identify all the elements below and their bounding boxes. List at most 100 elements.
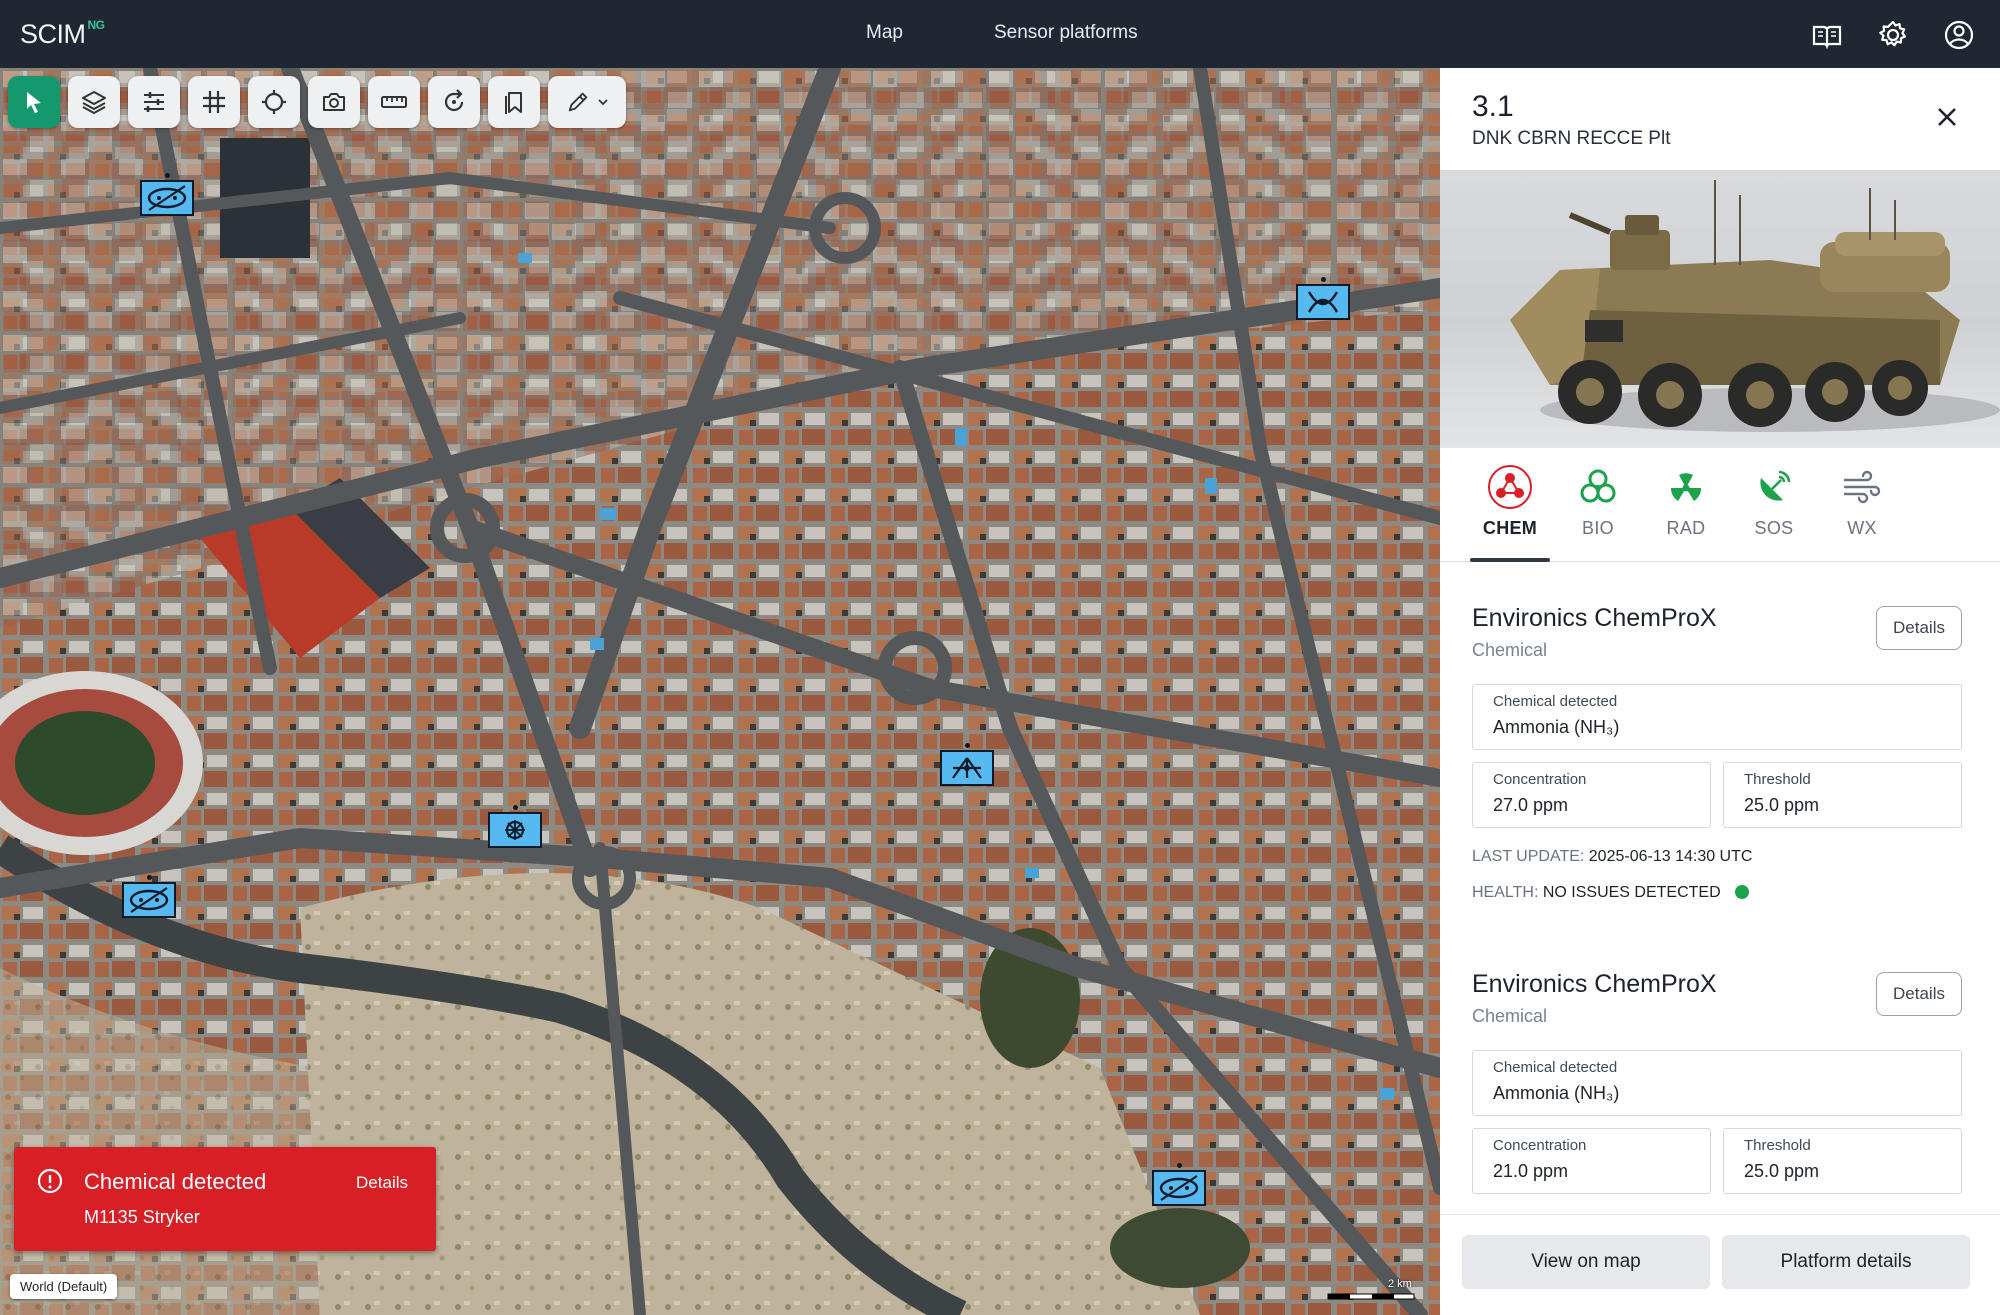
grid-tool[interactable] [188, 76, 240, 128]
field-value: 21.0 ppm [1493, 1161, 1569, 1181]
map-toolbar [8, 76, 626, 128]
chemical-alert-toast[interactable]: Chemical detected M1135 Stryker Details [14, 1147, 436, 1251]
pencil-icon [568, 92, 588, 112]
sensor-name: Environics ChemProX [1472, 970, 1717, 998]
field-label: Concentration [1493, 771, 1587, 788]
chemical-detected-field: Chemical detected Ammonia (NH₃) [1472, 684, 1962, 750]
sensor-type: Chemical [1472, 640, 1548, 660]
unit-marker-nbc[interactable] [488, 805, 542, 848]
sensor-details-button[interactable]: Details [1876, 972, 1962, 1016]
select-tool[interactable] [8, 76, 60, 128]
tab-bio-label: BIO [1582, 518, 1614, 538]
tab-wx[interactable]: WX [1818, 464, 1906, 562]
sliders-icon [144, 92, 164, 112]
unit-marker-signal[interactable] [940, 743, 994, 786]
crosshair-icon [262, 90, 286, 114]
camera-icon [323, 93, 345, 111]
field-value: Ammonia (NH₃) [1493, 717, 1620, 737]
tab-bio[interactable]: BIO [1554, 464, 1642, 562]
layers-tool[interactable] [68, 76, 120, 128]
alert-subtitle: M1135 Stryker [84, 1207, 200, 1227]
health-label: HEALTH: [1472, 884, 1539, 901]
last-update-label: LAST UPDATE: [1472, 848, 1585, 865]
platform-subtitle: DNK CBRN RECCE Plt [1472, 128, 1671, 149]
unit-marker-recon-3[interactable] [1152, 1163, 1206, 1206]
tab-rad[interactable]: RAD [1642, 464, 1730, 562]
draw-tool[interactable] [548, 76, 626, 128]
chemical-detected-field: Chemical detected Ammonia (NH₃) [1472, 1050, 1962, 1116]
field-label: Concentration [1493, 1137, 1587, 1154]
tab-rad-label: RAD [1666, 518, 1706, 538]
refresh-tool[interactable] [428, 76, 480, 128]
health-status-dot [1735, 885, 1750, 899]
chevron-down-icon [598, 99, 608, 106]
alert-title: Chemical detected [84, 1169, 267, 1194]
view-on-map-button[interactable]: View on map [1462, 1235, 1710, 1289]
basemap-layer-chip[interactable]: World (Default) [10, 1274, 118, 1299]
tab-wx-label: WX [1847, 518, 1877, 538]
platform-title: 3.1 [1472, 90, 1514, 123]
threshold-field: Threshold 25.0 ppm [1723, 1128, 1962, 1194]
field-value: Ammonia (NH₃) [1493, 1083, 1620, 1103]
cursor-icon [27, 92, 41, 113]
sensor-card: Environics ChemProX Chemical Details Che… [1472, 970, 1962, 1200]
tab-chem-label: CHEM [1482, 518, 1538, 538]
app-root: SCIM NG Map Sensor platforms Chemical de… [0, 0, 2000, 1315]
nav-map[interactable]: Map [866, 22, 903, 44]
bookmark-icon [505, 92, 522, 114]
satellite-dish-icon [1760, 470, 1791, 501]
gear-icon[interactable] [1876, 18, 1910, 52]
field-label: Chemical detected [1493, 693, 1618, 710]
layers-icon [82, 91, 106, 114]
vehicle-photo [1440, 170, 2000, 448]
radiation-icon [1670, 473, 1702, 501]
platform-panel: 3.1 DNK CBRN RECCE Plt CHEM BIO RAD SOS … [1440, 68, 2000, 1315]
platform-details-button[interactable]: Platform details [1722, 1235, 1970, 1289]
ruler-icon [381, 96, 407, 108]
tab-sos-label: SOS [1754, 518, 1794, 538]
unit-marker-recon-2[interactable] [122, 875, 176, 918]
nav-sensor-platforms[interactable]: Sensor platforms [994, 22, 1138, 44]
sensor-card: Environics ChemProX Chemical Details Che… [1472, 604, 1962, 901]
threshold-field: Threshold 25.0 ppm [1723, 762, 1962, 828]
concentration-field: Concentration 27.0 ppm [1472, 762, 1711, 828]
top-bar: SCIM NG Map Sensor platforms [0, 0, 2000, 68]
sensor-type-tabs: CHEM BIO RAD SOS WX [1440, 448, 2000, 562]
alert-icon [37, 1168, 63, 1194]
user-icon[interactable] [1942, 18, 1976, 52]
camera-tool[interactable] [308, 76, 360, 128]
brand-logo[interactable]: SCIM NG [20, 18, 105, 50]
health-value: NO ISSUES DETECTED [1542, 884, 1721, 901]
filters-tool[interactable] [128, 76, 180, 128]
close-icon[interactable] [1934, 104, 1960, 130]
tab-chem[interactable]: CHEM [1466, 464, 1554, 562]
wind-icon [1843, 470, 1881, 504]
alert-details-link[interactable]: Details [356, 1173, 408, 1193]
biohazard-icon [1580, 469, 1616, 503]
map-canvas[interactable] [0, 68, 1440, 1315]
target-tool[interactable] [248, 76, 300, 128]
bookmarks-tool[interactable] [488, 76, 540, 128]
field-value: 25.0 ppm [1744, 795, 1820, 815]
armored-vehicle-image [1510, 180, 2000, 432]
field-label: Chemical detected [1493, 1059, 1618, 1076]
ruler-tool[interactable] [368, 76, 420, 128]
sensor-name: Environics ChemProX [1472, 604, 1717, 632]
field-label: Threshold [1744, 1137, 1811, 1154]
concentration-field: Concentration 21.0 ppm [1472, 1128, 1711, 1194]
health-status: HEALTH: NO ISSUES DETECTED [1472, 884, 1750, 902]
tab-sos[interactable]: SOS [1730, 464, 1818, 562]
last-update-value: 2025-06-13 14:30 UTC [1588, 848, 1753, 865]
sensor-type: Chemical [1472, 1006, 1548, 1026]
grid-icon [203, 91, 225, 113]
unit-marker-recon[interactable] [140, 173, 194, 216]
panel-footer: View on map Platform details [1440, 1214, 2000, 1315]
chem-icon [1488, 465, 1532, 509]
book-icon[interactable] [1810, 18, 1844, 52]
sensor-details-button[interactable]: Details [1876, 606, 1962, 650]
field-value: 27.0 ppm [1493, 795, 1569, 815]
field-value: 25.0 ppm [1744, 1161, 1820, 1181]
unit-marker-aviation[interactable] [1296, 277, 1350, 320]
refresh-icon [444, 89, 464, 112]
scale-label: 2 km [1388, 1278, 1412, 1290]
